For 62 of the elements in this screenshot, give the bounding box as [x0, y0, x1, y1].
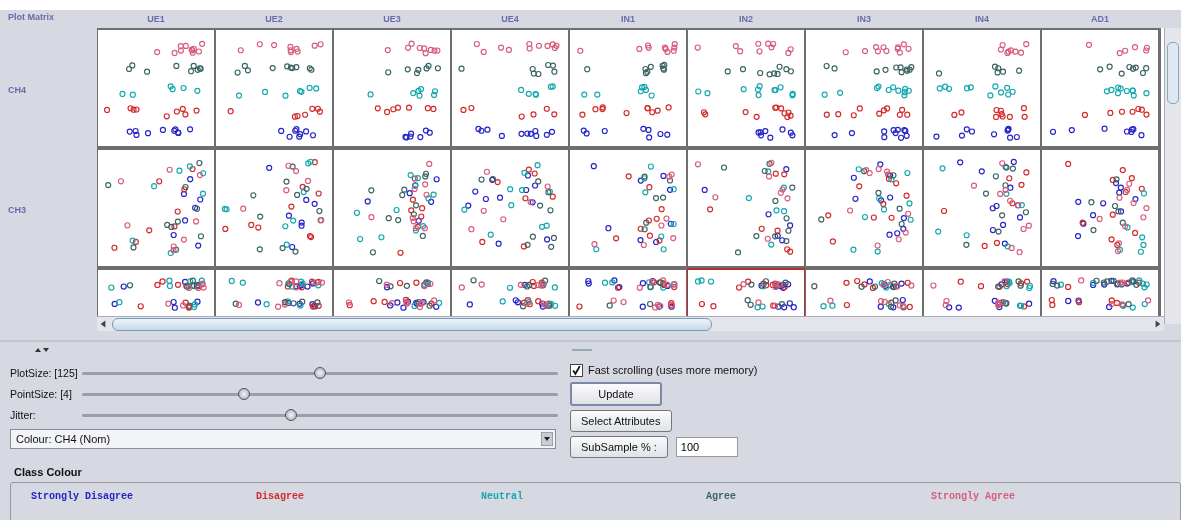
colour-dropdown[interactable]: Colour: CH4 (Nom)	[10, 429, 556, 449]
scatter-plot-drawing[interactable]	[923, 28, 1041, 148]
class-colour-title: Class Colour	[14, 466, 83, 478]
row-label: CH4	[8, 85, 26, 95]
subsample-field[interactable]: 100	[675, 437, 738, 457]
scatter-plot-drawing[interactable]	[923, 268, 1041, 316]
scatter-plot-drawing[interactable]	[805, 28, 923, 148]
scatter-plot-drawing[interactable]	[569, 28, 687, 148]
scatter-plot-drawing[interactable]	[687, 28, 805, 148]
checkbox[interactable]	[570, 363, 583, 377]
scatter-plot-drawing[interactable]	[451, 148, 569, 268]
scatter-plot-drawing[interactable]	[215, 268, 333, 316]
column-label: IN3	[857, 14, 871, 24]
column-label: UE3	[383, 14, 401, 24]
scatter-plot-drawing[interactable]	[805, 268, 923, 316]
column-label: IN4	[975, 14, 989, 24]
split-arrows-icon[interactable]	[34, 347, 50, 353]
select-attributes-button[interactable]: Select Attributes	[570, 410, 672, 432]
checkbox-label: Fast scrolling (uses more memory)	[588, 364, 758, 376]
slider[interactable]	[82, 366, 558, 379]
scatter-plot-drawing[interactable]	[923, 148, 1041, 268]
plot-matrix-title: Plot Matrix	[8, 11, 55, 24]
scatter-plot-drawing[interactable]	[333, 268, 451, 316]
class-label: Strongly Disagree	[31, 491, 134, 502]
scatter-plot-drawing[interactable]	[687, 148, 805, 268]
column-label: AD1	[1091, 14, 1109, 24]
vertical-scrollbar[interactable]	[1164, 28, 1181, 324]
class-label: Disagree	[256, 491, 304, 502]
column-label: UE1	[147, 14, 165, 24]
scatter-plot-drawing[interactable]	[805, 148, 923, 268]
class-label: Agree	[706, 491, 736, 502]
update-button[interactable]: Update	[570, 382, 662, 406]
scatter-plot-drawing[interactable]	[1041, 148, 1159, 268]
scatter-plot-drawing[interactable]	[1041, 28, 1159, 148]
scatter-plot-drawing[interactable]	[97, 268, 215, 316]
scatter-plot-drawing[interactable]	[569, 268, 687, 316]
slider-label: PointSize: [4]	[10, 387, 73, 400]
row-label: CH3	[8, 205, 26, 215]
scatter-plot-drawing[interactable]	[687, 268, 805, 316]
scatter-plot-drawing[interactable]	[97, 28, 215, 148]
scatter-plot-drawing[interactable]	[333, 28, 451, 148]
slider[interactable]	[82, 408, 558, 421]
column-label: IN2	[739, 14, 753, 24]
class-label: Neutral	[481, 491, 523, 502]
scatter-plot-drawing[interactable]	[569, 148, 687, 268]
column-label: UE2	[265, 14, 283, 24]
column-label: IN1	[621, 14, 635, 24]
column-label: UE4	[501, 14, 519, 24]
subsample-button[interactable]: SubSample % :	[570, 436, 668, 458]
scatter-plot-drawing[interactable]	[451, 268, 569, 316]
scatter-plot-drawing[interactable]	[333, 148, 451, 268]
scatter-plot-drawing[interactable]	[97, 148, 215, 268]
class-label: Strongly Agree	[931, 491, 1015, 502]
slider[interactable]	[82, 387, 558, 400]
dropdown-arrow-icon	[541, 432, 553, 446]
slider-label: PlotSize: [125]	[10, 366, 79, 379]
slider-label: Jitter:	[10, 408, 37, 421]
scatter-plot-drawing[interactable]	[451, 28, 569, 148]
horizontal-scrollbar[interactable]	[97, 316, 1164, 331]
scatter-plot-drawing[interactable]	[215, 28, 333, 148]
scatter-plot-drawing[interactable]	[1041, 268, 1159, 316]
scatter-plot-drawing[interactable]	[215, 148, 333, 268]
